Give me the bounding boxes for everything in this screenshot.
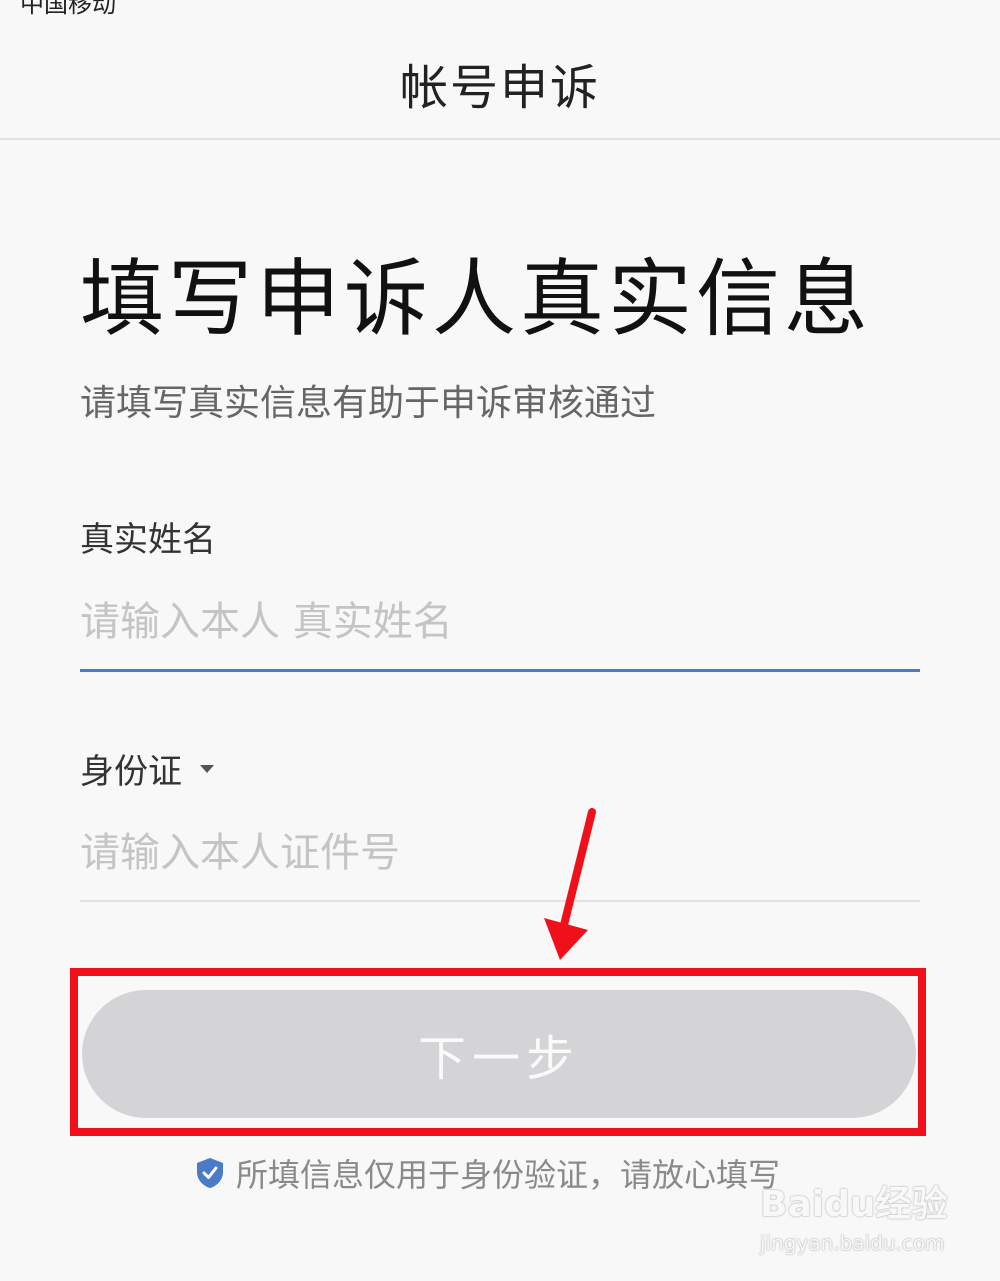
id-number-input[interactable] <box>80 806 920 902</box>
watermark-url: jingyan.baidu.com <box>760 1231 945 1255</box>
page-title: 帐号申诉 <box>399 60 600 116</box>
dropdown-caret-icon <box>200 764 214 773</box>
form-heading: 填写申诉人真实信息 <box>80 250 873 348</box>
id-type-selector[interactable]: 身份证 <box>80 744 214 793</box>
baidu-watermark: Baidu经验 jingyan.baidu.com <box>760 1175 970 1265</box>
real-name-input[interactable] <box>80 574 920 672</box>
privacy-notice: 所填信息仅用于身份验证，请放心填写 <box>196 1150 780 1196</box>
id-type-label: 身份证 <box>80 752 182 792</box>
shield-check-icon <box>197 1158 223 1188</box>
privacy-notice-text: 所填信息仅用于身份验证，请放心填写 <box>236 1156 781 1194</box>
form-subheading: 请填写真实信息有助于申诉审核通过 <box>80 383 657 424</box>
nav-bar: 帐号申诉 <box>0 0 1000 140</box>
name-field-label: 真实姓名 <box>80 520 216 560</box>
watermark-logo: Baidu经验 <box>760 1184 948 1225</box>
next-step-button[interactable]: 下一步 <box>82 990 916 1118</box>
